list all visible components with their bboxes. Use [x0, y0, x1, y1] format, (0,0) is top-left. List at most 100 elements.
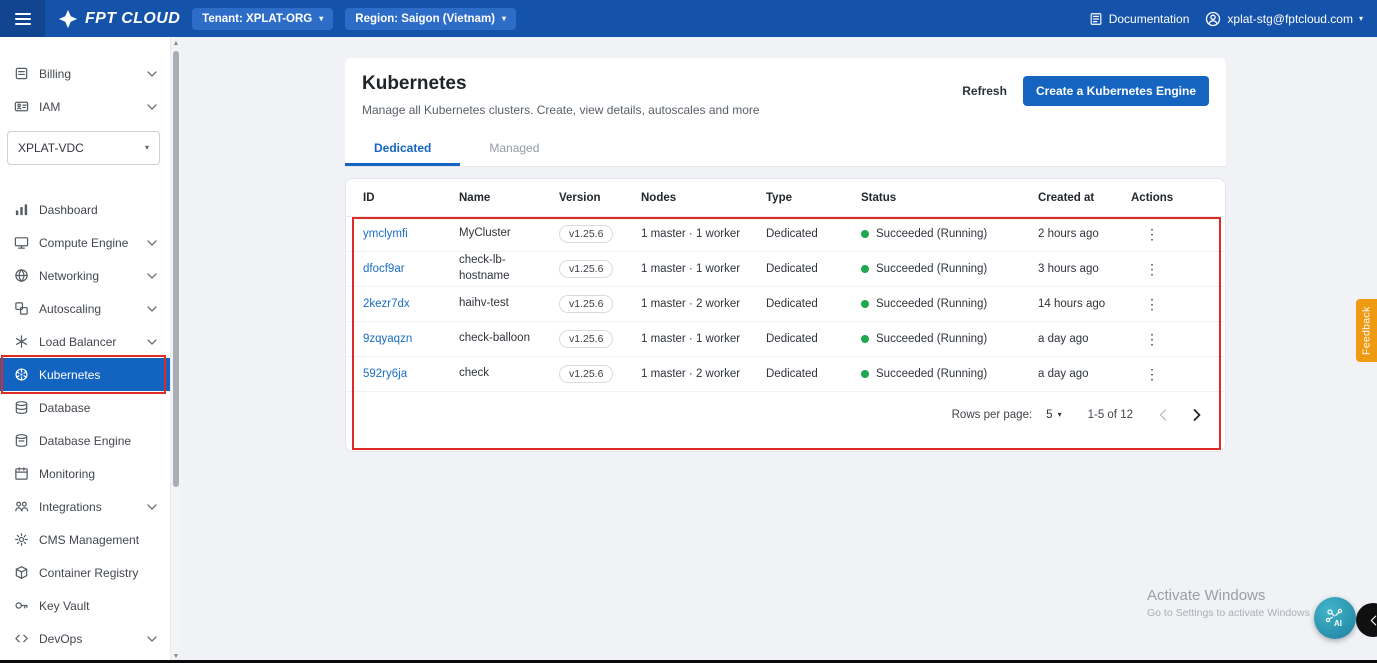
sidebar-item-container-registry[interactable]: Container Registry — [0, 556, 170, 589]
status-dot — [861, 370, 869, 378]
devops-icon — [13, 631, 29, 646]
sidebar-item-load-balancer[interactable]: Load Balancer — [0, 325, 170, 358]
sidebar-item-database-engine[interactable]: Database Engine — [0, 424, 170, 457]
sidebar-item-label: IAM — [39, 100, 137, 114]
sidebar-item-dashboard[interactable]: Dashboard — [0, 193, 170, 226]
scrollbar-up-arrow[interactable]: ▲ — [171, 37, 181, 50]
sidebar-scrollbar[interactable]: ▲ ▼ — [170, 37, 181, 663]
region-selector[interactable]: Region: Saigon (Vietnam) ▾ — [345, 8, 516, 30]
cluster-created-at: a day ago — [1038, 333, 1131, 345]
table-row[interactable]: 2kezr7dx haihv-test v1.25.6 1 master · 2… — [346, 287, 1225, 322]
kubernetes-icon — [13, 367, 29, 382]
previous-page-button[interactable] — [1159, 409, 1167, 421]
sidebar-item-integrations[interactable]: Integrations — [0, 490, 170, 523]
cluster-nodes: 1 master · 1 worker — [641, 333, 766, 345]
fpt-cloud-logo[interactable]: FPT CLOUD — [58, 9, 180, 29]
cluster-id-link[interactable]: 2kezr7dx — [363, 298, 459, 310]
status-cell: Succeeded (Running) — [861, 368, 1038, 380]
vdc-select-value: XPLAT-VDC — [18, 141, 84, 155]
sidebar-item-kubernetes[interactable]: Kubernetes — [0, 358, 170, 391]
integrations-icon — [13, 499, 29, 514]
chevron-down-icon — [147, 306, 157, 312]
cluster-id-link[interactable]: 592ry6ja — [363, 368, 459, 380]
documentation-link[interactable]: Documentation — [1089, 12, 1190, 26]
sidebar-item-key-vault[interactable]: Key Vault — [0, 589, 170, 622]
sidebar-item-label: Billing — [39, 67, 137, 81]
sidebar-item-networking[interactable]: Networking — [0, 259, 170, 292]
vdc-select[interactable]: XPLAT-VDC ▾ — [7, 131, 160, 165]
sidebar-item-label: Monitoring — [39, 467, 157, 481]
tab-managed[interactable]: Managed — [460, 129, 568, 166]
region-label: Region: Saigon (Vietnam) — [355, 13, 495, 25]
status-text: Succeeded (Running) — [876, 263, 987, 275]
sidebar-item-label: Database — [39, 401, 157, 415]
kebab-menu-icon[interactable]: ⋮ — [1131, 331, 1159, 347]
sidebar: Billing IAM XPLAT-VDC ▾ Dashboard Comput… — [0, 37, 170, 663]
cluster-name: MyCluster — [459, 226, 559, 242]
sidebar-item-devops[interactable]: DevOps — [0, 622, 170, 655]
status-text: Succeeded (Running) — [876, 333, 987, 345]
sidebar-spacer — [0, 165, 170, 193]
kebab-menu-icon[interactable]: ⋮ — [1131, 296, 1159, 312]
feedback-tab[interactable]: Feedback — [1356, 299, 1377, 362]
column-header-actions: Actions — [1131, 192, 1225, 204]
sidebar-item-billing[interactable]: Billing — [0, 57, 170, 90]
iam-icon — [13, 99, 29, 114]
chevron-down-icon — [147, 273, 157, 279]
create-kubernetes-engine-button[interactable]: Create a Kubernetes Engine — [1023, 76, 1209, 106]
cluster-id-link[interactable]: ymclymfi — [363, 228, 459, 240]
status-cell: Succeeded (Running) — [861, 333, 1038, 345]
sidebar-item-label: Autoscaling — [39, 302, 137, 316]
cluster-created-at: 3 hours ago — [1038, 263, 1131, 275]
chevron-left-icon — [1370, 615, 1377, 626]
kebab-menu-icon[interactable]: ⋮ — [1131, 261, 1159, 277]
account-email: xplat-stg@fptcloud.com — [1227, 12, 1353, 26]
version-badge: v1.25.6 — [559, 365, 613, 383]
sidebar-item-label: Compute Engine — [39, 236, 137, 250]
chevron-down-icon — [147, 240, 157, 246]
sidebar-item-database[interactable]: Database — [0, 391, 170, 424]
status-cell: Succeeded (Running) — [861, 263, 1038, 275]
sidebar-item-label: Key Vault — [39, 599, 157, 613]
version-badge: v1.25.6 — [559, 260, 613, 278]
billing-icon — [13, 66, 29, 81]
scrollbar-thumb[interactable] — [173, 51, 179, 487]
tenant-label: Tenant: XPLAT-ORG — [202, 13, 312, 25]
rows-per-page-select[interactable]: 5 ▾ — [1046, 409, 1061, 421]
cluster-id-link[interactable]: dfocf9ar — [363, 263, 459, 275]
sidebar-item-label: Load Balancer — [39, 335, 137, 349]
cluster-id-link[interactable]: 9zqyaqzn — [363, 333, 459, 345]
table-row[interactable]: dfocf9ar check-lb-hostname v1.25.6 1 mas… — [346, 252, 1225, 287]
table-row[interactable]: ymclymfi MyCluster v1.25.6 1 master · 1 … — [346, 217, 1225, 252]
version-badge: v1.25.6 — [559, 225, 613, 243]
tab-dedicated[interactable]: Dedicated — [345, 129, 460, 166]
database-icon — [13, 400, 29, 415]
version-badge: v1.25.6 — [559, 330, 613, 348]
next-page-button[interactable] — [1193, 409, 1201, 421]
table-row[interactable]: 592ry6ja check v1.25.6 1 master · 2 work… — [346, 357, 1225, 392]
cluster-name: check-lb-hostname — [459, 253, 559, 284]
sidebar-item-compute-engine[interactable]: Compute Engine — [0, 226, 170, 259]
cms-management-icon — [13, 532, 29, 547]
account-menu[interactable]: xplat-stg@fptcloud.com ▾ — [1205, 11, 1363, 27]
top-navbar: FPT CLOUD Tenant: XPLAT-ORG ▾ Region: Sa… — [0, 0, 1377, 37]
sidebar-item-cms-management[interactable]: CMS Management — [0, 523, 170, 556]
cluster-created-at: 2 hours ago — [1038, 228, 1131, 240]
ai-assistant-button[interactable]: AI — [1314, 597, 1356, 639]
load-balancer-icon — [13, 334, 29, 349]
table-header-row: ID Name Version Nodes Type Status Create… — [346, 179, 1225, 217]
refresh-button[interactable]: Refresh — [962, 84, 1007, 98]
kebab-menu-icon[interactable]: ⋮ — [1131, 366, 1159, 382]
kebab-menu-icon[interactable]: ⋮ — [1131, 226, 1159, 242]
cluster-type: Dedicated — [766, 333, 861, 345]
sidebar-item-label: Dashboard — [39, 203, 157, 217]
sidebar-item-iam[interactable]: IAM — [0, 90, 170, 123]
column-header-version: Version — [559, 192, 641, 204]
sidebar-item-autoscaling[interactable]: Autoscaling — [0, 292, 170, 325]
table-row[interactable]: 9zqyaqzn check-balloon v1.25.6 1 master … — [346, 322, 1225, 357]
tenant-selector[interactable]: Tenant: XPLAT-ORG ▾ — [192, 8, 333, 30]
menu-button[interactable] — [0, 0, 45, 37]
cluster-type: Dedicated — [766, 368, 861, 380]
sidebar-item-monitoring[interactable]: Monitoring — [0, 457, 170, 490]
ai-molecule-icon: AI — [1323, 606, 1347, 630]
